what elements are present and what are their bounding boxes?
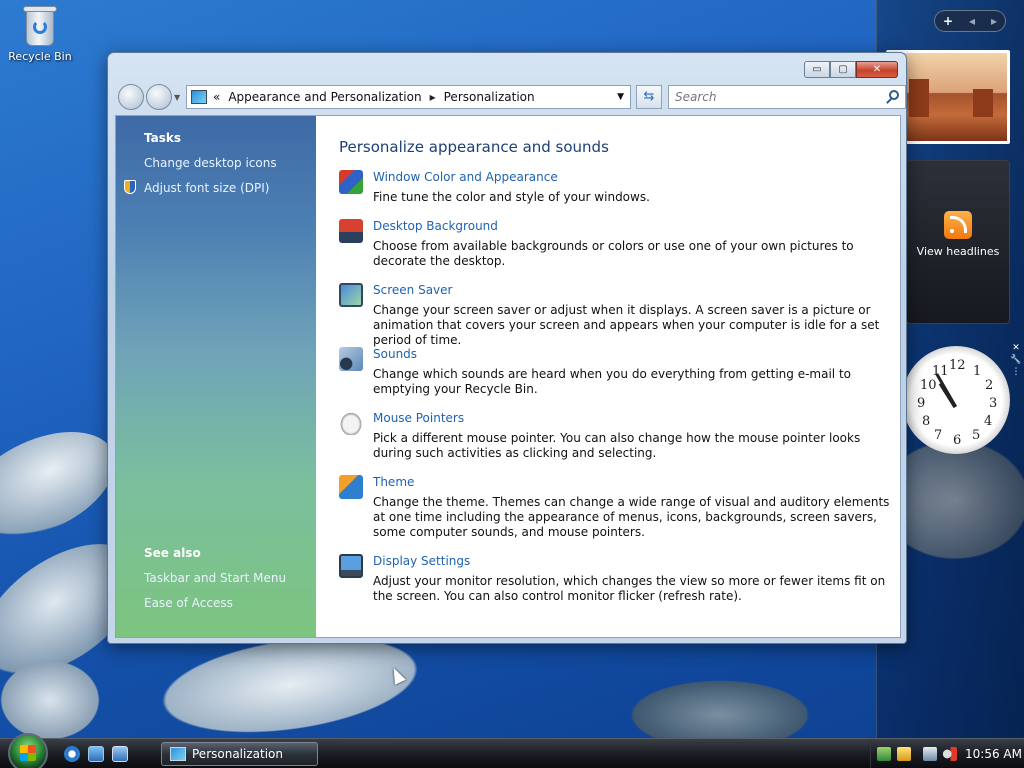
clock-number: 1 bbox=[973, 364, 982, 379]
internet-explorer-icon[interactable] bbox=[64, 746, 80, 762]
window-client-area: Tasks Change desktop icons Adjust font s… bbox=[115, 115, 901, 638]
navigation-bar: ▼ « Appearance and Personalization ▸ Per… bbox=[116, 83, 906, 111]
item-description: Adjust your monitor resolution, which ch… bbox=[373, 574, 886, 603]
screen-saver-icon bbox=[339, 283, 363, 307]
clock-number: 12 bbox=[949, 358, 966, 373]
mouse-pointer-icon bbox=[339, 411, 363, 435]
feed-headlines-gadget[interactable]: View headlines bbox=[906, 160, 1010, 324]
control-panel-icon bbox=[191, 90, 207, 104]
clock-number: 8 bbox=[922, 414, 931, 429]
volume-muted-tray-icon[interactable] bbox=[943, 747, 957, 761]
clock-number: 2 bbox=[985, 378, 994, 393]
wallpaper-fish bbox=[0, 660, 100, 740]
taskbar-personalization-button[interactable]: Personalization bbox=[161, 742, 318, 766]
page-title: Personalize appearance and sounds bbox=[339, 138, 609, 156]
minimize-button[interactable]: ▭ bbox=[804, 61, 830, 78]
desktop-background-icon bbox=[339, 219, 363, 243]
theme-link[interactable]: Theme bbox=[373, 475, 414, 489]
clock-number: 10 bbox=[920, 378, 937, 393]
recycle-bin-icon bbox=[22, 4, 58, 46]
control-panel-icon bbox=[170, 747, 186, 761]
item-description: Pick a different mouse pointer. You can … bbox=[373, 431, 861, 460]
search-input[interactable]: Search bbox=[668, 85, 906, 109]
sounds-icon bbox=[339, 347, 363, 371]
clock-number: 6 bbox=[953, 433, 962, 448]
recent-pages-chevron-down-icon[interactable]: ▼ bbox=[174, 93, 180, 102]
personalization-window: ▭ ▢ ✕ ▼ « Appearance and Personalization… bbox=[107, 52, 907, 644]
display-settings-link[interactable]: Display Settings bbox=[373, 554, 470, 568]
breadcrumb-separator[interactable]: ▸ bbox=[430, 90, 436, 104]
gadget-drag-handle-icon[interactable]: ⋮ bbox=[1010, 366, 1022, 378]
recycle-bin-desktop-icon[interactable]: Recycle Bin bbox=[8, 4, 72, 63]
breadcrumb-appearance-and-personalization[interactable]: Appearance and Personalization bbox=[228, 90, 421, 104]
ease-of-access-link[interactable]: Ease of Access bbox=[144, 596, 233, 610]
tasks-heading: Tasks bbox=[144, 131, 182, 145]
search-icon[interactable] bbox=[889, 90, 899, 100]
recycle-bin-label: Recycle Bin bbox=[8, 50, 72, 63]
breadcrumb-personalization[interactable]: Personalization bbox=[444, 90, 535, 104]
change-desktop-icons-link[interactable]: Change desktop icons bbox=[144, 156, 277, 170]
window-color-and-appearance-link[interactable]: Window Color and Appearance bbox=[373, 170, 558, 184]
windows-defender-tray-icon[interactable] bbox=[877, 747, 891, 761]
item-description: Change your screen saver or adjust when … bbox=[373, 303, 880, 347]
security-center-tray-icon[interactable] bbox=[897, 747, 911, 761]
item-description: Change which sounds are heard when you d… bbox=[373, 367, 851, 396]
sidebar-prev-button[interactable]: ◂ bbox=[969, 14, 975, 28]
clock-number: 5 bbox=[972, 428, 981, 443]
taskbar-button-label: Personalization bbox=[192, 747, 283, 761]
address-dropdown-chevron-down-icon[interactable]: ▼ bbox=[617, 92, 624, 102]
see-also-heading: See also bbox=[144, 546, 201, 560]
close-button[interactable]: ✕ bbox=[856, 61, 898, 78]
back-button[interactable] bbox=[118, 84, 144, 110]
screen-saver-link[interactable]: Screen Saver bbox=[373, 283, 452, 297]
item-description: Change the theme. Themes can change a wi… bbox=[373, 495, 890, 539]
address-bar[interactable]: « Appearance and Personalization ▸ Perso… bbox=[186, 85, 631, 109]
view-headlines-label: View headlines bbox=[916, 245, 1000, 258]
notification-area: 10:56 AM bbox=[870, 739, 1024, 768]
add-gadget-button[interactable]: + bbox=[943, 14, 953, 28]
clock-gadget[interactable]: 12 1 2 3 4 5 6 7 8 9 10 11 bbox=[900, 340, 1012, 464]
display-settings-icon bbox=[339, 554, 363, 578]
maximize-button[interactable]: ▢ bbox=[830, 61, 856, 78]
forward-button[interactable] bbox=[146, 84, 172, 110]
item-description: Choose from available backgrounds or col… bbox=[373, 239, 854, 268]
colors-icon bbox=[339, 170, 363, 194]
adjust-font-size-link[interactable]: Adjust font size (DPI) bbox=[144, 181, 269, 195]
clock-hour-hand bbox=[938, 382, 957, 409]
taskbar-clock[interactable]: 10:56 AM bbox=[965, 747, 1022, 761]
show-desktop-icon[interactable] bbox=[88, 746, 104, 762]
start-button[interactable] bbox=[8, 733, 48, 768]
clock-number: 3 bbox=[989, 396, 998, 411]
network-tray-icon[interactable] bbox=[923, 747, 937, 761]
desktop-background-link[interactable]: Desktop Background bbox=[373, 219, 498, 233]
clock-number: 4 bbox=[984, 414, 993, 429]
close-gadget-icon[interactable]: ✕ bbox=[1010, 342, 1022, 354]
switch-windows-icon[interactable] bbox=[112, 746, 128, 762]
sounds-link[interactable]: Sounds bbox=[373, 347, 417, 361]
taskbar: Personalization 10:56 AM bbox=[0, 733, 1024, 768]
uac-shield-icon bbox=[124, 180, 136, 194]
sidebar-controls: + ◂ ▸ bbox=[934, 10, 1006, 32]
item-description: Fine tune the color and style of your wi… bbox=[373, 190, 650, 204]
clock-number: 7 bbox=[934, 428, 943, 443]
window-buttons: ▭ ▢ ✕ bbox=[804, 61, 898, 78]
gadget-options-icon[interactable]: 🔧 bbox=[1010, 354, 1022, 366]
search-placeholder: Search bbox=[675, 90, 717, 104]
mouse-pointers-link[interactable]: Mouse Pointers bbox=[373, 411, 464, 425]
clock-number: 9 bbox=[917, 396, 926, 411]
theme-icon bbox=[339, 475, 363, 499]
taskbar-and-start-menu-link[interactable]: Taskbar and Start Menu bbox=[144, 571, 286, 585]
sidebar-next-button[interactable]: ▸ bbox=[991, 14, 997, 28]
gadget-toolbar: ✕ 🔧 ⋮ bbox=[1010, 342, 1022, 378]
rss-icon bbox=[944, 211, 972, 239]
refresh-button[interactable]: ⇆ bbox=[636, 85, 662, 109]
clock-face: 12 1 2 3 4 5 6 7 8 9 10 11 bbox=[902, 346, 1010, 454]
task-pane: Tasks Change desktop icons Adjust font s… bbox=[116, 116, 316, 637]
breadcrumb-overflow[interactable]: « bbox=[213, 90, 220, 104]
